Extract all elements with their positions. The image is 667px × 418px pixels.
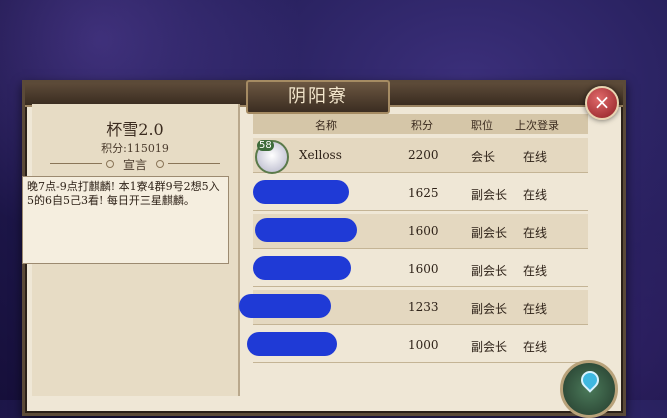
member-score: 1600 [408,224,439,238]
member-status: 在线 [523,226,548,240]
member-row[interactable]: 1600 副会长 在线 [253,252,588,287]
window-title: 阴阳寮 [246,80,390,114]
header-last-login: 上次登录 [515,119,559,132]
avatar: 58 [255,140,289,174]
redaction [253,256,351,280]
member-status: 在线 [523,340,548,354]
member-role: 副会长 [471,340,508,354]
member-score: 1000 [408,338,439,352]
member-score: 1600 [408,262,439,276]
guild-name: 杯雪2.0 [106,120,164,139]
declaration-header: 宣言 [42,156,228,172]
member-role: 副会长 [471,302,508,316]
member-status: 在线 [523,264,548,278]
member-role: 副会长 [471,188,508,202]
close-icon: × [593,90,611,114]
guild-score: 积分:115019 [101,142,169,155]
header-name: 名称 [315,119,337,132]
member-role: 会长 [471,150,496,164]
redaction [253,180,349,204]
member-row[interactable]: 1233 副会长 在线 [239,290,588,325]
member-status: 在线 [523,188,548,202]
redaction [255,218,357,242]
redaction [247,332,337,356]
ornament-dot-right [156,160,164,168]
map-button[interactable] [560,360,618,418]
member-table-header: 名称 积分 职位 上次登录 [253,114,588,134]
member-row[interactable]: 1600 副会长 在线 [253,214,588,249]
member-score: 2200 [408,148,439,162]
member-status: 在线 [523,302,548,316]
declaration-label: 宣言 [122,158,147,172]
member-row[interactable]: 1000 副会长 在线 [247,328,588,363]
member-status: 在线 [523,150,548,164]
member-role: 副会长 [471,226,508,240]
member-name: Xelloss [299,148,342,162]
member-role: 副会长 [471,264,508,278]
header-role: 职位 [471,119,493,132]
map-pin-icon [577,367,603,393]
member-row[interactable]: 58 Xelloss 2200 会长 在线 [253,138,588,174]
close-button[interactable]: × [585,86,619,120]
level-badge: 58 [257,140,274,151]
member-score: 1625 [408,186,439,200]
declaration-text: 晚7点-9点打麒麟! 本1寮4群9号2想5入5的6自5己3看! 每日开三星麒麟。 [22,176,229,264]
divider-right [168,163,220,164]
header-score: 积分 [411,119,433,132]
member-row[interactable]: 1625 副会长 在线 [253,176,588,211]
member-score: 1233 [408,300,439,314]
redaction [239,294,331,318]
